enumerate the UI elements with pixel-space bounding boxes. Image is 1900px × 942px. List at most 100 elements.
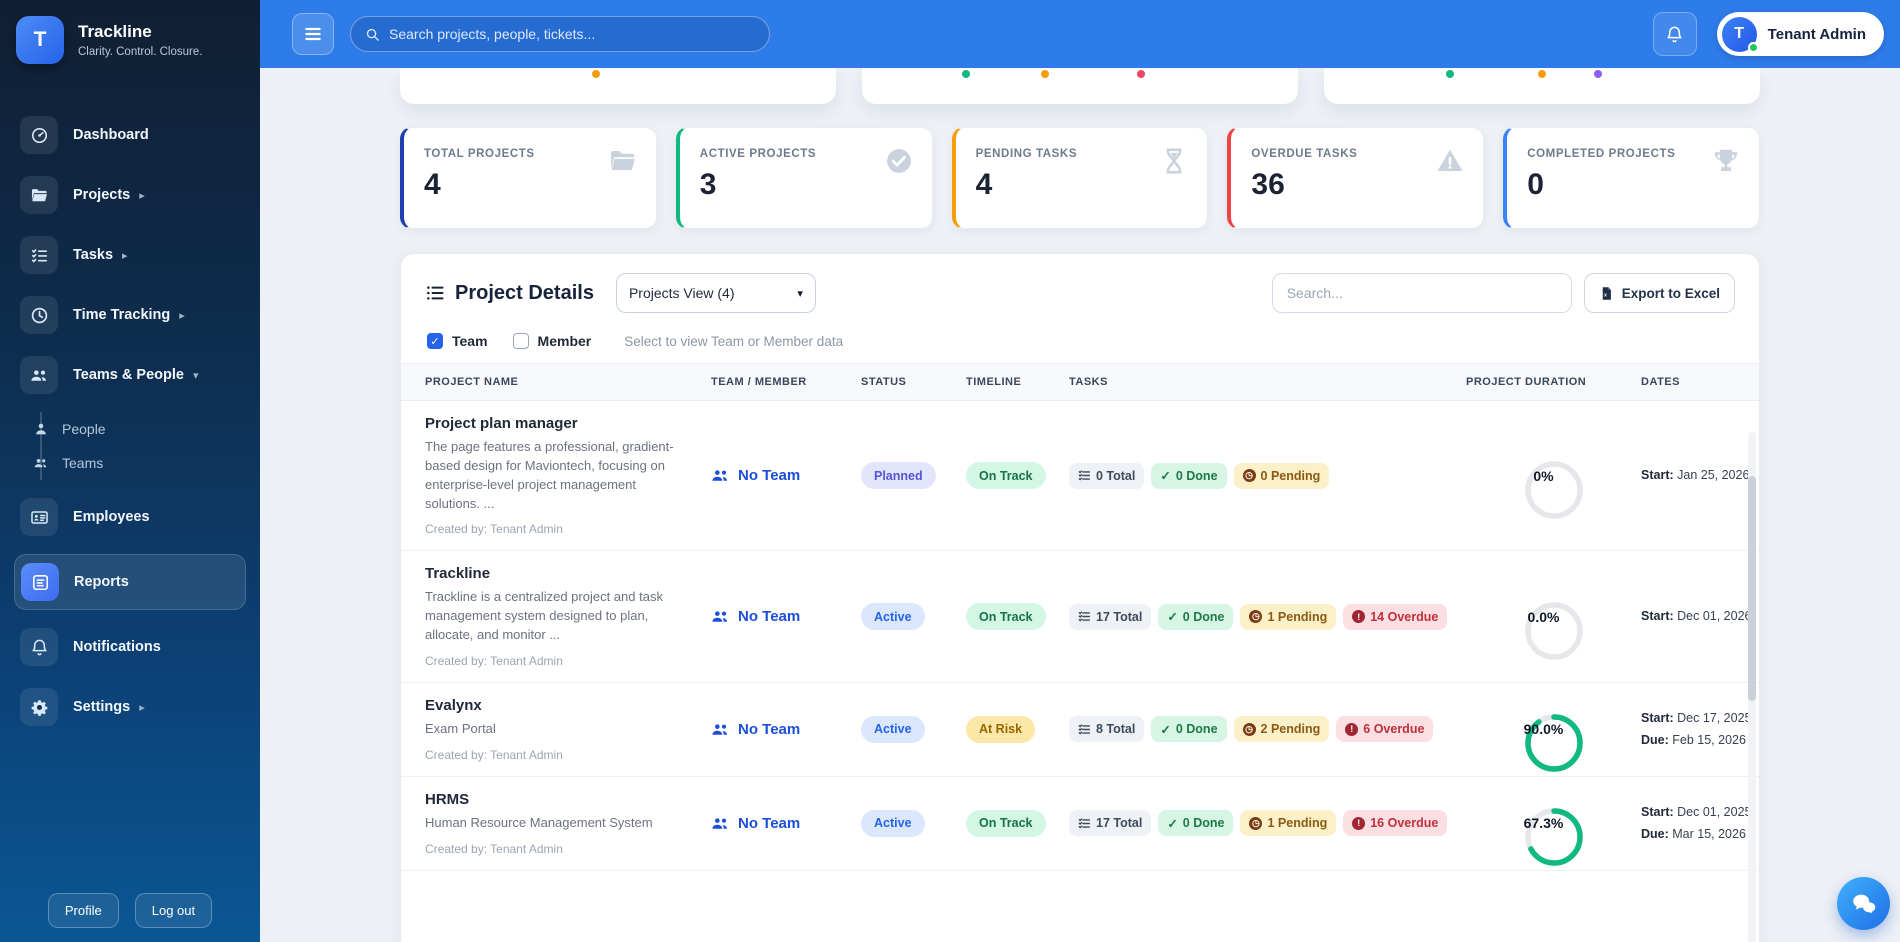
sidebar: T Trackline Clarity. Control. Closure. D… — [0, 0, 260, 942]
checklist-icon — [1078, 817, 1091, 830]
timeline-cell: On Track — [956, 448, 1059, 503]
main-content: TOTAL PROJECTS 4 ACTIVE PROJECTS 3 PENDI… — [260, 68, 1900, 942]
table-scrollbar[interactable] — [1748, 432, 1756, 942]
sidebar-sublist: People Teams — [34, 412, 260, 480]
person-icon — [32, 420, 50, 438]
sidebar-item-projects[interactable]: Projects ▸ — [14, 172, 246, 218]
stat-card-total-projects: TOTAL PROJECTS 4 — [400, 127, 657, 229]
chevron-down-icon: ▾ — [797, 287, 803, 300]
check-circle-icon — [884, 146, 914, 176]
table-body: Project plan manager The page features a… — [401, 401, 1759, 871]
check-icon: ✓ — [1167, 816, 1178, 831]
summary-cards: TOTAL PROJECTS 4 ACTIVE PROJECTS 3 PENDI… — [400, 127, 1760, 229]
profile-button[interactable]: Profile — [47, 893, 119, 928]
table-row-hrms[interactable]: HRMS Human Resource Management System Cr… — [401, 777, 1759, 871]
legend-dot — [1040, 70, 1049, 78]
timeline-badge: On Track — [966, 462, 1046, 490]
member-checkbox[interactable] — [512, 333, 529, 349]
chevron-right-icon: ▸ — [122, 249, 128, 262]
timeline-badge: On Track — [966, 603, 1046, 631]
table-search-input[interactable] — [1271, 273, 1572, 313]
tasks-cell: 8 Total ✓ 0 Done ◷ 2 Pending ! 6 Overdue — [1059, 702, 1456, 756]
sidebar-item-settings[interactable]: Settings ▸ — [14, 684, 246, 730]
folder-open-icon — [608, 146, 638, 176]
table-row-evalynx[interactable]: Evalynx Exam Portal Created by: Tenant A… — [401, 683, 1759, 777]
filter-hint: Select to view Team or Member data — [624, 333, 844, 349]
status-badge: Planned — [861, 462, 936, 490]
clock-icon: ◷ — [1242, 722, 1256, 736]
sidebar-item-dashboard[interactable]: Dashboard — [14, 112, 246, 158]
clock-icon: ◷ — [1242, 469, 1256, 483]
log-out-button[interactable]: Log out — [134, 893, 213, 928]
project-description: The page features a professional, gradie… — [425, 439, 674, 511]
tasks-overdue-badge: ! 14 Overdue — [1343, 603, 1448, 630]
scrollbar-thumb[interactable] — [1748, 476, 1756, 701]
checklist-icon — [1078, 610, 1091, 623]
tasks-done-badge: ✓ 0 Done — [1151, 462, 1227, 489]
column-header-timeline: TIMELINE — [966, 376, 1022, 388]
team-checkbox[interactable]: ✓ — [427, 333, 443, 349]
table-row-trackline[interactable]: Trackline Trackline is a centralized pro… — [401, 551, 1759, 683]
status-badge: Active — [861, 603, 925, 631]
clock-icon: ◷ — [1249, 610, 1263, 624]
hourglass-icon — [1159, 146, 1189, 176]
timeline-badge: On Track — [966, 809, 1046, 837]
projects-view-select[interactable]: Projects View (4) ▾ — [615, 273, 816, 313]
team-icon — [32, 454, 50, 472]
user-menu[interactable]: T Tenant Admin — [1716, 12, 1884, 56]
chat-fab-button[interactable] — [1837, 877, 1890, 930]
tasks-overdue-badge: ! 16 Overdue — [1343, 810, 1448, 837]
team-cell: No Team — [701, 706, 851, 753]
global-search-input[interactable] — [389, 26, 755, 42]
legend-dot — [1136, 70, 1145, 78]
bell-icon — [30, 638, 49, 657]
dashboard-icon — [30, 126, 49, 145]
chevron-right-icon: ▸ — [179, 309, 185, 322]
sidebar-item-time-tracking[interactable]: Time Tracking ▸ — [14, 292, 246, 338]
project-description: Exam Portal — [425, 720, 496, 736]
alert-icon: ! — [1352, 816, 1366, 830]
timeline-badge: At Risk — [966, 715, 1036, 743]
sidebar-subitem-people[interactable]: People — [32, 412, 260, 446]
people-icon — [30, 366, 49, 385]
notifications-button[interactable] — [1652, 12, 1697, 56]
duration-ring: 0.0% — [1511, 584, 1583, 660]
app-name: Trackline — [78, 22, 152, 41]
stat-card-pending-tasks: PENDING TASKS 4 — [951, 127, 1209, 229]
search-icon — [365, 27, 380, 42]
tasks-total-badge: 8 Total — [1069, 716, 1145, 743]
stat-card-completed-projects: COMPLETED PROJECTS 0 — [1503, 127, 1760, 229]
sidebar-footer: Profile Log out — [0, 893, 260, 928]
table-row-project-plan-manager[interactable]: Project plan manager The page features a… — [401, 401, 1759, 552]
check-icon: ✓ — [1167, 610, 1178, 625]
sidebar-subitem-teams[interactable]: Teams — [32, 446, 260, 480]
column-header-tasks: TASKS — [1069, 376, 1108, 388]
sidebar-item-tasks[interactable]: Tasks ▸ — [14, 232, 246, 278]
user-name: Tenant Admin — [1767, 25, 1866, 43]
project-created-by: Created by: Tenant Admin — [425, 522, 563, 537]
status-cell: Active — [851, 702, 956, 757]
alert-icon: ! — [1345, 722, 1359, 736]
cutoff-card-1 — [400, 68, 836, 104]
app-logo[interactable]: T — [16, 16, 64, 64]
duration-ring: 0% — [1511, 443, 1583, 519]
clock-icon — [30, 306, 49, 325]
sidebar-nav: Dashboard Projects ▸ Tasks ▸ Time Tracki… — [0, 112, 260, 730]
team-icon — [711, 720, 730, 739]
column-header-project-name: PROJECT NAME — [425, 376, 519, 388]
member-checkbox-label: Member — [537, 333, 592, 349]
sidebar-item-notifications[interactable]: Notifications — [14, 624, 246, 670]
team-checkbox-label: Team — [452, 333, 488, 349]
tasks-cell: 17 Total ✓ 0 Done ◷ 1 Pending ! 14 Overdue — [1059, 590, 1456, 644]
check-icon: ✓ — [1160, 722, 1171, 737]
chat-icon — [1849, 889, 1879, 919]
project-created-by: Created by: Tenant Admin — [425, 841, 563, 856]
excel-file-icon: x — [1599, 286, 1614, 301]
export-to-excel-button[interactable]: x Export to Excel — [1583, 273, 1735, 313]
avatar: T — [1721, 16, 1759, 53]
chevron-down-icon: ▾ — [192, 369, 199, 382]
sidebar-item-employees[interactable]: Employees — [14, 494, 246, 540]
hamburger-menu-button[interactable] — [292, 13, 334, 55]
sidebar-item-teams-people[interactable]: Teams & People ▾ — [14, 352, 246, 398]
sidebar-item-reports[interactable]: Reports — [14, 554, 246, 610]
